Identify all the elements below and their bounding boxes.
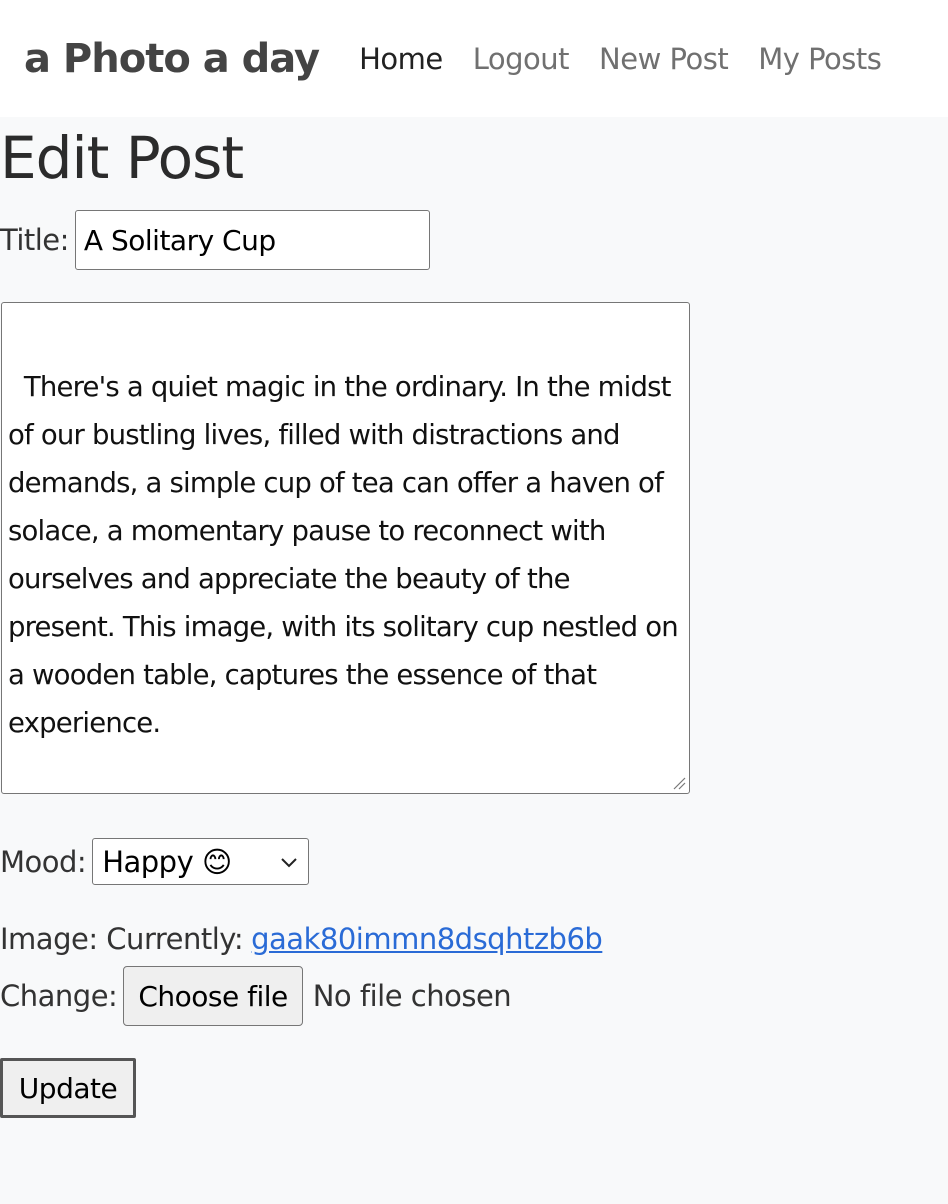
file-status: No file chosen [312,979,512,1013]
page-title: Edit Post [0,124,244,192]
image-row: Image: Currently: gaak80immn8dsqhtzb6b [0,922,603,956]
change-label: Change: [0,979,118,1013]
change-row: Change: Choose file No file chosen [0,966,512,1026]
mood-selected-value: Happy 😊 [102,844,232,879]
nav-link-my-posts[interactable]: My Posts [758,42,882,76]
image-label: Image: Currently: [0,922,244,956]
resize-grip-icon[interactable] [672,776,686,790]
body-text: There's a quiet magic in the ordinary. I… [8,371,679,739]
navbar: a Photo a day Home Logout New Post My Po… [0,0,948,117]
mood-select[interactable]: Happy 😊 [92,838,310,885]
update-button[interactable]: Update [0,1058,136,1118]
mood-label: Mood: [0,844,87,879]
title-row: Title: [0,210,430,270]
body-textarea[interactable]: There's a quiet magic in the ordinary. I… [1,302,690,794]
current-image-link[interactable]: gaak80immn8dsqhtzb6b [251,922,603,956]
chevron-down-icon [281,857,297,867]
title-input[interactable] [74,210,430,270]
choose-file-button[interactable]: Choose file [123,966,303,1026]
nav-link-new-post[interactable]: New Post [599,42,729,76]
nav-links: Home Logout New Post My Posts [359,42,911,76]
mood-row: Mood: Happy 😊 [0,838,310,885]
nav-link-home[interactable]: Home [359,42,443,76]
brand-logo[interactable]: a Photo a day [24,36,320,82]
title-label: Title: [0,223,69,257]
nav-link-logout[interactable]: Logout [473,42,570,76]
